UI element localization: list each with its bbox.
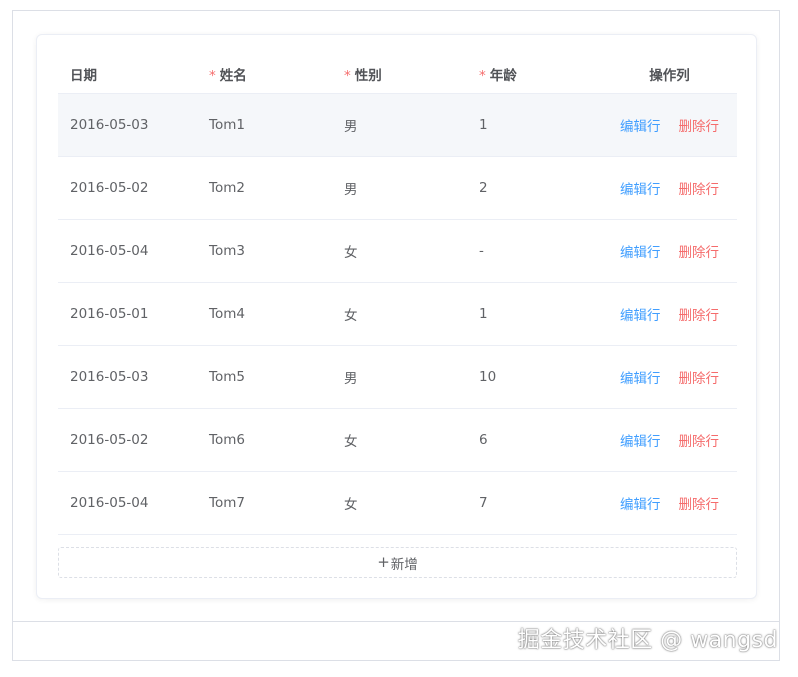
cell-gender: 女 — [344, 434, 358, 450]
cell-date: 2016-05-04 — [70, 243, 149, 259]
edit-row-button[interactable]: 编辑行 — [620, 493, 661, 513]
delete-row-button[interactable]: 删除行 — [679, 304, 720, 324]
cell-age: 7 — [479, 495, 488, 511]
cell-name: Tom1 — [209, 117, 245, 133]
cell-name: Tom2 — [209, 180, 245, 196]
cell-age: 6 — [479, 432, 488, 448]
header-date: 日期 — [70, 68, 97, 84]
cell-ops: 编辑行 删除行 — [602, 430, 737, 450]
header-name: * 姓名 — [209, 68, 247, 84]
table-card: 日期 * 姓名 * 性别 * 年龄 操作列 2016-05-03 Tom1 男 1 编辑行 删除… — [36, 34, 757, 599]
header-age: * 年龄 — [479, 68, 517, 84]
cell-name: Tom7 — [209, 495, 245, 511]
editable-table: 日期 * 姓名 * 性别 * 年龄 操作列 2016-05-03 Tom1 男 1 编辑行 删除… — [58, 55, 737, 535]
table-row: 2016-05-02 Tom2 男 2 编辑行 删除行 — [58, 157, 737, 220]
cell-date: 2016-05-02 — [70, 432, 149, 448]
cell-name: Tom6 — [209, 432, 245, 448]
cell-gender: 男 — [344, 119, 358, 135]
outer-frame: 日期 * 姓名 * 性别 * 年龄 操作列 2016-05-03 Tom1 男 1 编辑行 删除… — [12, 10, 780, 661]
cell-gender: 男 — [344, 371, 358, 387]
edit-row-button[interactable]: 编辑行 — [620, 367, 661, 387]
plus-icon: + — [377, 553, 390, 571]
cell-ops: 编辑行 删除行 — [602, 493, 737, 513]
cell-date: 2016-05-01 — [70, 306, 149, 322]
table-row: 2016-05-03 Tom5 男 10 编辑行 删除行 — [58, 346, 737, 409]
header-gender: * 性别 — [344, 68, 382, 84]
cell-age: 1 — [479, 306, 488, 322]
cell-gender: 男 — [344, 182, 358, 198]
cell-name: Tom3 — [209, 243, 245, 259]
delete-row-button[interactable]: 删除行 — [679, 115, 720, 135]
header-ops: 操作列 — [649, 68, 690, 84]
cell-name: Tom4 — [209, 306, 245, 322]
cell-ops: 编辑行 删除行 — [602, 367, 737, 387]
edit-row-button[interactable]: 编辑行 — [620, 430, 661, 450]
cell-gender: 女 — [344, 245, 358, 261]
add-row-label: 新增 — [390, 556, 418, 573]
delete-row-button[interactable]: 删除行 — [679, 493, 720, 513]
table-header-row: 日期 * 姓名 * 性别 * 年龄 操作列 — [58, 55, 737, 94]
table-row: 2016-05-01 Tom4 女 1 编辑行 删除行 — [58, 283, 737, 346]
required-mark: * — [209, 68, 216, 84]
cell-gender: 女 — [344, 308, 358, 324]
required-mark: * — [479, 68, 486, 84]
table-row: 2016-05-04 Tom3 女 - 编辑行 删除行 — [58, 220, 737, 283]
table-body: 2016-05-03 Tom1 男 1 编辑行 删除行 2016-05-02 Tom2 男 2 编辑… — [58, 94, 737, 535]
cell-age: 2 — [479, 180, 488, 196]
required-mark: * — [344, 68, 351, 84]
table-row: 2016-05-03 Tom1 男 1 编辑行 删除行 — [58, 94, 737, 157]
table-row: 2016-05-02 Tom6 女 6 编辑行 删除行 — [58, 409, 737, 472]
edit-row-button[interactable]: 编辑行 — [620, 178, 661, 198]
table-row: 2016-05-04 Tom7 女 7 编辑行 删除行 — [58, 472, 737, 535]
cell-date: 2016-05-03 — [70, 117, 149, 133]
cell-date: 2016-05-03 — [70, 369, 149, 385]
cell-ops: 编辑行 删除行 — [602, 115, 737, 135]
cell-name: Tom5 — [209, 369, 245, 385]
edit-row-button[interactable]: 编辑行 — [620, 304, 661, 324]
cell-age: 10 — [479, 369, 497, 385]
cell-date: 2016-05-04 — [70, 495, 149, 511]
cell-ops: 编辑行 删除行 — [602, 241, 737, 261]
cell-ops: 编辑行 删除行 — [602, 178, 737, 198]
cell-date: 2016-05-02 — [70, 180, 149, 196]
cell-ops: 编辑行 删除行 — [602, 304, 737, 324]
cell-age: - — [479, 243, 484, 259]
delete-row-button[interactable]: 删除行 — [679, 241, 720, 261]
edit-row-button[interactable]: 编辑行 — [620, 115, 661, 135]
cell-age: 1 — [479, 117, 488, 133]
add-row-button[interactable]: + 新增 — [58, 547, 737, 578]
edit-row-button[interactable]: 编辑行 — [620, 241, 661, 261]
delete-row-button[interactable]: 删除行 — [679, 367, 720, 387]
delete-row-button[interactable]: 删除行 — [679, 430, 720, 450]
delete-row-button[interactable]: 删除行 — [679, 178, 720, 198]
cell-gender: 女 — [344, 497, 358, 513]
watermark: 掘金技术社区 @ wangsd — [517, 628, 778, 653]
